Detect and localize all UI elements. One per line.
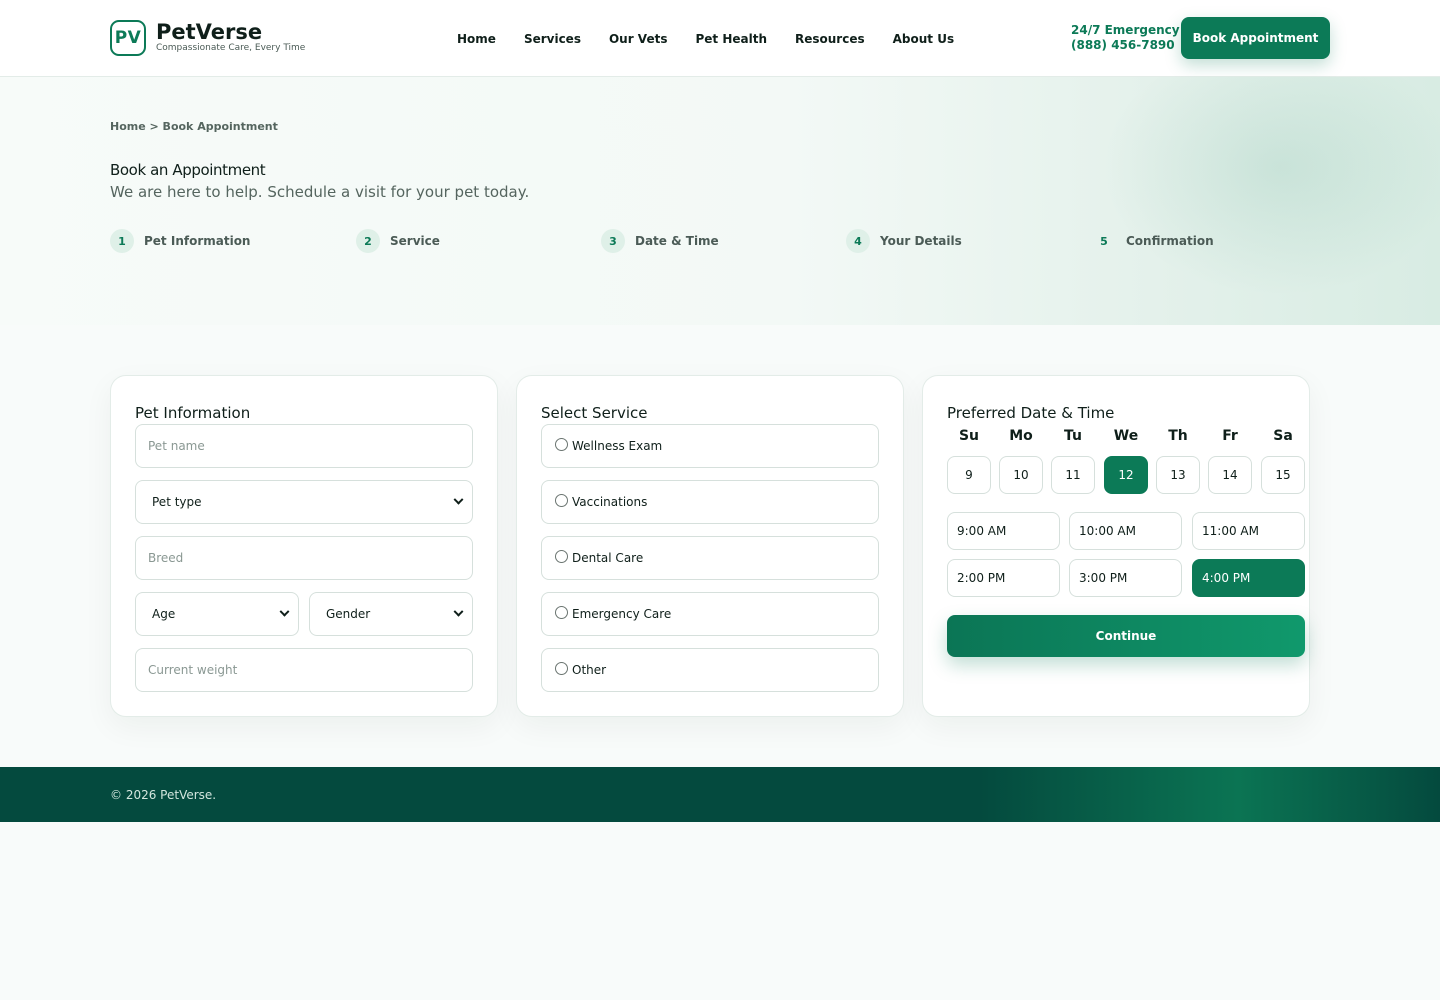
time-slot[interactable]: 9:00 AM [947, 512, 1060, 550]
chevron-down-icon [279, 606, 290, 617]
footer-copyright: © 2026 PetVerse. [110, 788, 217, 802]
radio-button[interactable] [555, 437, 568, 451]
service-option-label: Emergency Care [572, 607, 672, 621]
pet-name-input[interactable] [135, 424, 473, 468]
main-nav: Home Services Our Vets Pet Health Resour… [457, 31, 954, 47]
page-title: Book an Appointment [110, 161, 266, 179]
time-slot[interactable]: 10:00 AM [1069, 512, 1182, 550]
select-service-title: Select Service [541, 404, 648, 422]
service-option-label: Other [572, 663, 607, 677]
nav-our-vets-link[interactable]: Our Vets [609, 31, 668, 47]
continue-button[interactable]: Continue [947, 615, 1305, 657]
step-label: Pet Information [144, 234, 251, 248]
radio-button[interactable] [555, 661, 568, 675]
time-slot[interactable]: 3:00 PM [1069, 559, 1182, 597]
emergency-label: 24/7 Emergency [1071, 23, 1180, 37]
chevron-down-icon [453, 494, 464, 505]
time-slot-selected[interactable]: 4:00 PM [1192, 559, 1305, 597]
page-subtitle: We are here to help. Schedule a visit fo… [110, 183, 530, 201]
step-confirmation[interactable]: 5 Confirmation [1092, 229, 1214, 253]
pet-type-value: Pet type [152, 495, 202, 509]
radio-button[interactable] [555, 493, 568, 507]
pet-information-card: Pet Information Pet type Age Gender [110, 375, 498, 717]
nav-resources-link[interactable]: Resources [795, 31, 865, 47]
radio-button[interactable] [555, 549, 568, 563]
emergency-phone[interactable]: (888) 456-7890 [1071, 38, 1180, 53]
calendar-day[interactable]: 14 [1208, 456, 1252, 494]
age-value: Age [152, 607, 176, 621]
calendar-day[interactable]: 13 [1156, 456, 1200, 494]
step-label: Your Details [880, 234, 962, 248]
gender-select[interactable]: Gender [309, 592, 473, 636]
service-option-vaccinations[interactable]: Vaccinations [541, 480, 879, 524]
step-number: 2 [356, 229, 380, 253]
calendar-day[interactable]: 10 [999, 456, 1043, 494]
step-label: Service [390, 234, 440, 248]
date-time-title: Preferred Date & Time [947, 404, 1115, 422]
weekday-label: Mo [1009, 428, 1033, 444]
calendar-day-selected[interactable]: 12 [1104, 456, 1148, 494]
site-header: PV PetVerse Compassionate Care, Every Ti… [0, 0, 1440, 77]
breed-input[interactable] [135, 536, 473, 580]
nav-about-us-link[interactable]: About Us [893, 31, 954, 47]
hero-glow-decoration [1100, 77, 1440, 297]
service-option-label: Vaccinations [572, 495, 648, 509]
brand-tagline: Compassionate Care, Every Time [156, 43, 306, 53]
site-footer: © 2026 PetVerse. [0, 767, 1440, 822]
age-select[interactable]: Age [135, 592, 299, 636]
breadcrumb[interactable]: Home > Book Appointment [110, 120, 278, 133]
nav-home-link[interactable]: Home [457, 31, 496, 47]
pet-type-select[interactable]: Pet type [135, 480, 473, 524]
step-label: Date & Time [635, 234, 719, 248]
service-option-label: Dental Care [572, 551, 644, 565]
service-option-wellness-exam[interactable]: Wellness Exam [541, 424, 879, 468]
select-service-card: Select Service Wellness Exam Vaccination… [516, 375, 904, 717]
brand-name[interactable]: PetVerse [156, 19, 262, 45]
gender-value: Gender [326, 607, 371, 621]
step-your-details[interactable]: 4 Your Details [846, 229, 962, 253]
step-pet-information[interactable]: 1 Pet Information [110, 229, 250, 253]
book-appointment-button[interactable]: Book Appointment [1181, 17, 1330, 59]
step-label: Confirmation [1126, 234, 1214, 248]
service-option-emergency-care[interactable]: Emergency Care [541, 592, 879, 636]
step-number: 4 [846, 229, 870, 253]
time-slot[interactable]: 2:00 PM [947, 559, 1060, 597]
calendar-day[interactable]: 11 [1051, 456, 1095, 494]
step-number: 3 [601, 229, 625, 253]
time-slot[interactable]: 11:00 AM [1192, 512, 1305, 550]
weekday-label: Su [958, 428, 980, 444]
date-time-card: Preferred Date & Time Su Mo Tu We Th Fr … [922, 375, 1310, 717]
step-number: 5 [1100, 234, 1108, 248]
calendar-day[interactable]: 15 [1261, 456, 1305, 494]
step-number: 1 [110, 229, 134, 253]
weekday-label: We [1113, 428, 1139, 444]
step-date-time[interactable]: 3 Date & Time [601, 229, 719, 253]
logo-mark[interactable]: PV [110, 20, 146, 56]
service-option-dental-care[interactable]: Dental Care [541, 536, 879, 580]
weekday-label: Sa [1273, 428, 1293, 444]
nav-services-link[interactable]: Services [524, 31, 581, 47]
nav-pet-health-link[interactable]: Pet Health [695, 31, 767, 47]
weekday-label: Tu [1064, 428, 1082, 444]
step-service[interactable]: 2 Service [356, 229, 440, 253]
calendar-day[interactable]: 9 [947, 456, 991, 494]
current-weight-input[interactable] [135, 648, 473, 692]
chevron-down-icon [453, 606, 464, 617]
weekday-label: Th [1168, 428, 1188, 444]
service-option-label: Wellness Exam [572, 439, 663, 453]
hero-section: Home > Book Appointment Book an Appointm… [0, 77, 1440, 325]
emergency-contact: 24/7 Emergency (888) 456-7890 [1071, 23, 1180, 53]
weekday-label: Fr [1222, 428, 1238, 444]
pet-information-title: Pet Information [135, 404, 251, 422]
radio-button[interactable] [555, 605, 568, 619]
service-option-other[interactable]: Other [541, 648, 879, 692]
